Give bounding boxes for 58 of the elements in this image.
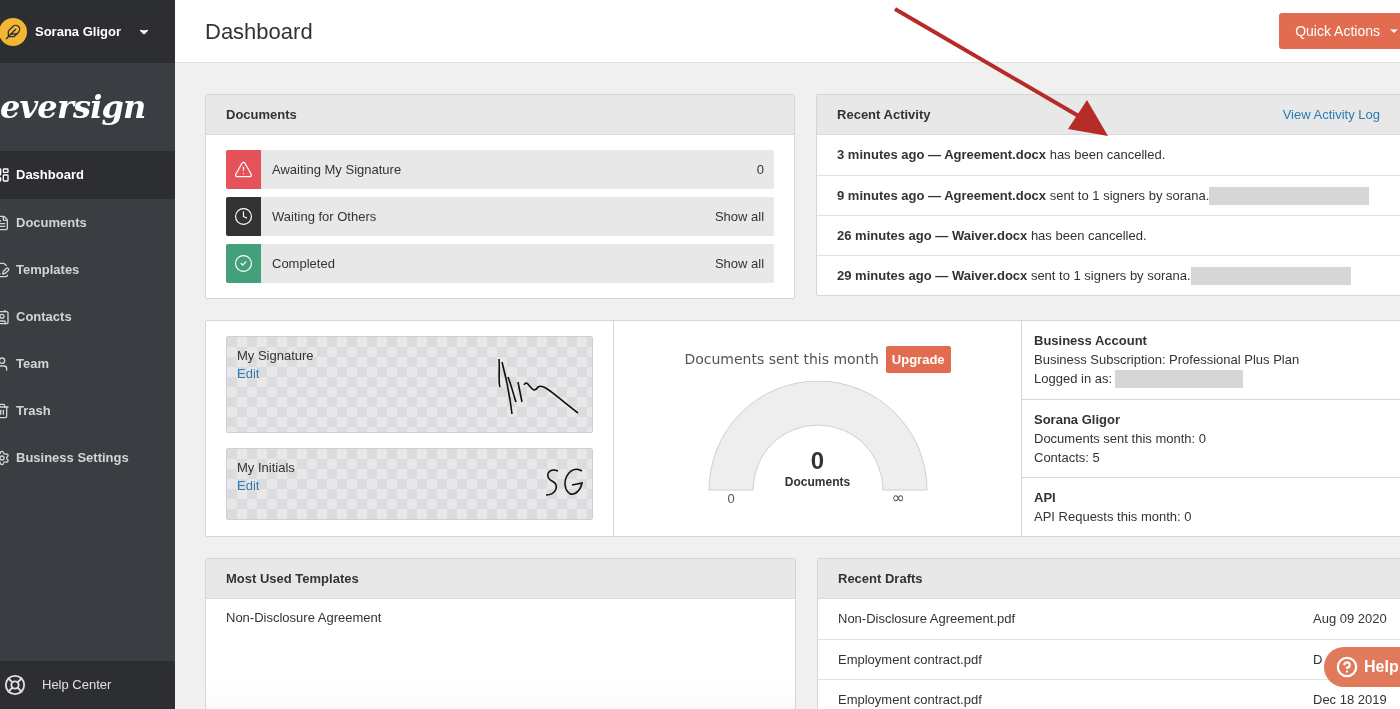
account-detail: Logged in as:	[1034, 370, 1113, 388]
signature-label: My Signature	[237, 347, 315, 365]
check-circle-icon	[234, 254, 253, 273]
draft-name[interactable]: Non-Disclosure Agreement.pdf	[838, 609, 1016, 629]
document-status-row[interactable]: Waiting for Others Show all	[226, 197, 775, 236]
activity-text: 9 minutes ago — Agreement.docx sent to 1 signers by sorana.	[837, 186, 1210, 205]
draft-name[interactable]: Employment contract.pdf	[838, 649, 982, 670]
draft-date: Dec 18 2019	[1313, 690, 1387, 709]
status-label: Awaiting My Signature	[272, 160, 403, 179]
help-icon	[1336, 656, 1358, 678]
sidebar-item[interactable]: Dashboard	[0, 151, 175, 199]
template-name[interactable]: Non-Disclosure Agreement	[226, 608, 382, 628]
activity-log-link[interactable]: View Activity Log	[1282, 104, 1380, 125]
sidebar-item[interactable]: Trash	[0, 387, 175, 434]
account-detail: Business Subscription: Professional Plus Plan	[1034, 351, 1300, 369]
account-detail: API Requests this month: 0	[1034, 508, 1192, 526]
account-section-title: API	[1034, 489, 1057, 507]
sidebar-item[interactable]: Business Settings	[0, 434, 175, 481]
help-center-link[interactable]: Help Center	[0, 661, 175, 709]
activity-text: 3 minutes ago — Agreement.docx has been cancelled.	[837, 146, 1166, 165]
status-value: Show all	[714, 207, 765, 226]
gauge-unit: Documents	[784, 475, 851, 489]
account-detail: Contacts: 5	[1034, 449, 1100, 467]
activity-text: 29 minutes ago — Waiver.docx sent to 1 signers by sorana.	[837, 266, 1191, 285]
card-title: Recent Drafts	[838, 569, 923, 588]
signature-label: My Initials	[237, 459, 296, 477]
sidebar-item[interactable]: Templates	[0, 246, 175, 293]
card-title: Most Used Templates	[226, 569, 359, 588]
signature-pad[interactable]: My Signature Edit	[226, 336, 593, 433]
draft-date: D	[1313, 650, 1323, 669]
user-name[interactable]: Sorana Gligor	[35, 21, 121, 42]
document-status-row[interactable]: Awaiting My Signature 0	[226, 150, 775, 189]
account-detail: Documents sent this month: 0	[1034, 430, 1206, 448]
status-value: 0	[756, 160, 765, 179]
draft-name[interactable]: Employment contract.pdf	[838, 689, 982, 709]
clock-icon	[234, 207, 253, 226]
signature-pad[interactable]: My Initials Edit	[226, 448, 593, 520]
status-value: Show all	[714, 254, 765, 273]
card-title: Documents	[226, 105, 297, 124]
gauge-min: 0	[727, 491, 735, 507]
gauge-count: 0	[810, 447, 825, 475]
usage-title: Documents sent this month	[684, 350, 879, 369]
page-title: Dashboard	[205, 17, 313, 46]
warning-icon	[234, 160, 253, 179]
gauge-max: ∞	[891, 489, 905, 507]
lifebuoy-icon	[4, 674, 26, 696]
sidebar-item[interactable]: Documents	[0, 199, 175, 246]
sidebar-item[interactable]: Team	[0, 340, 175, 387]
sidebar-item[interactable]: Contacts	[0, 293, 175, 340]
card-title: Recent Activity	[837, 105, 931, 124]
account-section-title: Business Account	[1034, 332, 1148, 350]
activity-text: 26 minutes ago — Waiver.docx has been cancelled.	[837, 226, 1147, 245]
status-label: Completed	[272, 254, 336, 273]
document-status-row[interactable]: Completed Show all	[226, 244, 775, 283]
logo: eversign	[0, 87, 146, 128]
status-label: Waiting for Others	[272, 207, 378, 226]
draft-date: Aug 09 2020	[1313, 610, 1387, 629]
account-section-title: Sorana Gligor	[1034, 411, 1121, 429]
